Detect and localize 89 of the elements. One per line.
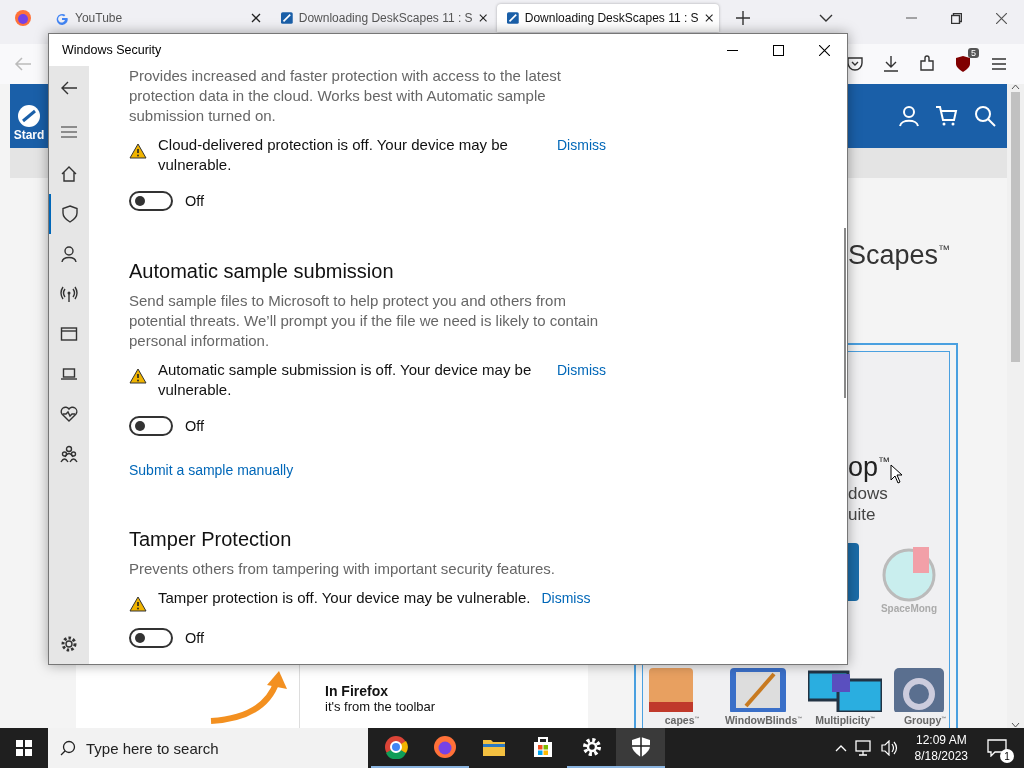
close-icon[interactable]	[478, 13, 487, 23]
browser-tab[interactable]: YouTube	[45, 4, 267, 32]
promo-text: uite	[848, 504, 877, 525]
mouse-pointer-icon	[890, 464, 904, 484]
page-scrollbar[interactable]	[1007, 84, 1024, 728]
home-icon[interactable]	[60, 165, 78, 183]
toggle-label: Off	[185, 418, 205, 434]
clock-date[interactable]: 8/18/2023	[914, 748, 968, 764]
warning-icon	[129, 368, 147, 384]
tab-title: Downloading DeskScapes 11 : S	[298, 11, 473, 25]
window-title: Windows Security	[62, 43, 162, 57]
search-field[interactable]: Type here to search	[48, 728, 368, 768]
back-arrow-icon[interactable]	[60, 80, 78, 96]
warning-icon	[129, 596, 147, 612]
toggle-switch[interactable]	[129, 628, 173, 648]
search-icon[interactable]	[973, 104, 997, 128]
promo-text: dows	[848, 483, 889, 504]
section-description: Provides increased and faster protection with access to the latest protection data in the cloud. Works best with Automatic sample submission turned on.	[129, 66, 562, 126]
laptop-icon[interactable]	[60, 365, 78, 383]
close-icon[interactable]	[818, 44, 830, 56]
tab-title: Downloading DeskScapes 11 : S	[524, 11, 699, 25]
scroll-down-icon	[1011, 722, 1020, 728]
taskbar-app-button[interactable]	[616, 728, 665, 768]
scroll-up-icon	[1011, 84, 1020, 90]
new-tab-plus-icon[interactable]	[736, 11, 750, 25]
section-heading: Automatic sample submission	[129, 259, 395, 284]
search-icon	[60, 740, 76, 756]
warning-text: Tamper protection is off. Your device may be vulnerable.	[158, 588, 531, 608]
download-icon[interactable]	[881, 54, 901, 74]
submit-sample-link[interactable]: Submit a sample manually	[129, 462, 294, 478]
toggle-label: Off	[185, 630, 205, 646]
page-headline: Scapes$^{™}$	[848, 240, 951, 270]
browser-tab[interactable]: Downloading DeskScapes 11 : S	[497, 4, 719, 32]
scrollbar-thumb[interactable]	[844, 228, 846, 398]
logo-text: Stard	[13, 128, 45, 142]
toggle-switch[interactable]	[129, 191, 173, 211]
pocket-icon[interactable]	[845, 54, 865, 74]
settings-icon[interactable]	[60, 635, 78, 653]
search-placeholder: Type here to search	[86, 739, 219, 757]
section-description: Prevents others from tampering with important security features.	[129, 559, 556, 579]
close-icon[interactable]	[251, 13, 261, 23]
maximize-icon[interactable]	[772, 44, 784, 56]
wireless-icon[interactable]	[60, 285, 78, 303]
notification-icon[interactable]	[987, 739, 1007, 757]
close-icon[interactable]	[996, 12, 1007, 24]
section-description: Send sample files to Microsoft to help protect you and others from potential threats. We’ll prompt you if the file we need is likely to contain personal information.	[129, 291, 600, 351]
tab-title: YouTube	[75, 11, 124, 25]
chevron-down-icon[interactable]	[819, 14, 833, 22]
tip-text: it's from the toolbar	[325, 699, 436, 714]
shield-icon[interactable]	[61, 205, 79, 223]
google-g-icon	[55, 11, 69, 25]
dismiss-link[interactable]: Dismiss	[557, 360, 606, 380]
browser-tab[interactable]: Downloading DeskScapes 11 : S	[271, 4, 493, 32]
warning-icon	[129, 143, 147, 159]
windows-logo-icon[interactable]	[16, 740, 32, 756]
scrollbar-thumb[interactable]	[1011, 92, 1020, 362]
chrome-icon	[383, 735, 408, 759]
volume-icon[interactable]	[880, 740, 899, 756]
notification-count: 1	[1000, 749, 1014, 763]
heartbeat-icon[interactable]	[60, 405, 78, 423]
extension-badge: 5	[968, 48, 979, 58]
warning-text: Cloud-delivered protection is off. Your device may be vulnerable.	[158, 135, 509, 175]
toggle-switch[interactable]	[129, 416, 173, 436]
browser-logo-icon[interactable]	[13, 9, 32, 27]
toggle-label: Off	[185, 193, 205, 209]
section-heading: Tamper Protection	[129, 527, 293, 552]
clock-time[interactable]: 12:09 AM	[915, 732, 967, 748]
site-logo-icon	[17, 104, 41, 128]
warning-text: Automatic sample submission is off. Your device may be vulnerable.	[158, 360, 533, 400]
close-icon[interactable]	[704, 13, 713, 23]
firefox-icon	[432, 735, 457, 759]
network-icon[interactable]	[854, 740, 873, 756]
site-favicon-icon	[507, 11, 519, 25]
shield-extension-icon[interactable]	[953, 54, 973, 74]
app-window-icon[interactable]	[60, 325, 78, 343]
person-icon[interactable]	[60, 245, 78, 263]
menu-icon[interactable]	[61, 126, 77, 138]
puzzle-icon[interactable]	[917, 54, 937, 74]
chevron-up-icon[interactable]	[834, 744, 847, 752]
family-icon[interactable]	[60, 445, 78, 463]
promo-title: op$^{™}$	[848, 452, 891, 483]
site-favicon-icon	[281, 11, 293, 25]
tip-title: In Firefox	[325, 683, 389, 699]
account-icon[interactable]	[897, 104, 921, 128]
cart-icon[interactable]	[935, 104, 959, 128]
dismiss-link[interactable]: Dismiss	[557, 135, 606, 155]
dismiss-link[interactable]: Dismiss	[541, 588, 591, 608]
app-label: SpaceMong	[880, 603, 938, 614]
restore-icon[interactable]	[951, 12, 962, 24]
